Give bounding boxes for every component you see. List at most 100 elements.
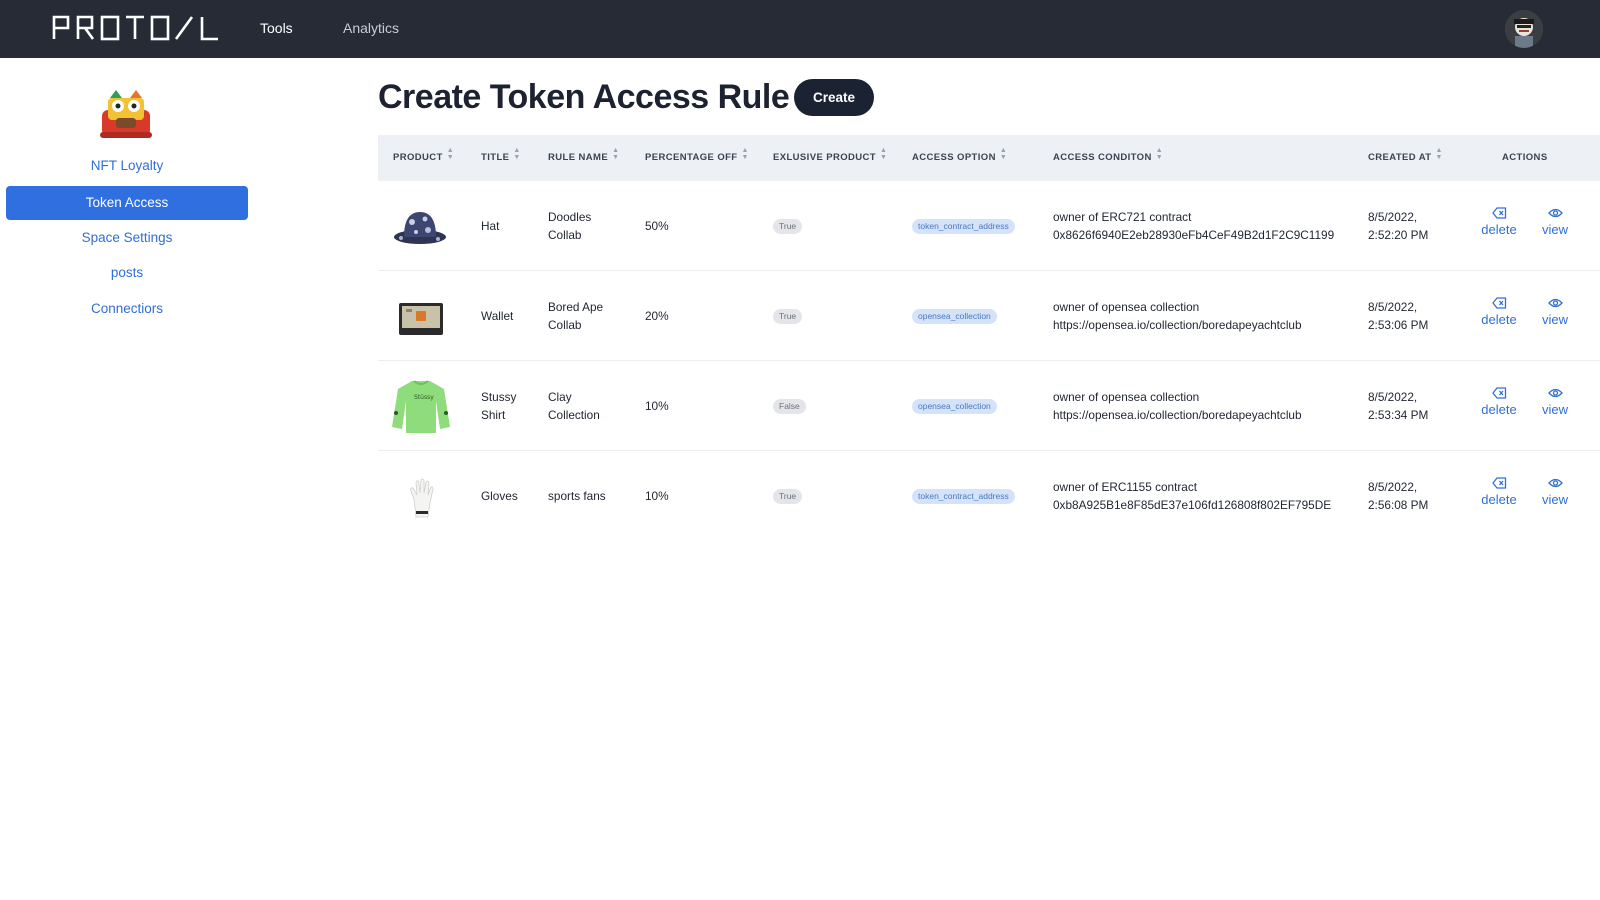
bucket-hat-image (392, 206, 448, 251)
table-header: PRODUCT▲ ▼ TITLE▲ ▼ RULE NAME▲ ▼ PERCENTAGE… (378, 135, 1600, 181)
column-header-product[interactable]: PRODUCT▲ ▼ (393, 135, 454, 181)
percentage-off-cell: 10% (645, 399, 669, 413)
sidebar-item-token-access[interactable]: Token Access (6, 186, 248, 220)
view-button[interactable]: view (1530, 207, 1580, 237)
delete-icon (1491, 207, 1506, 219)
delete-button[interactable]: delete (1474, 387, 1524, 417)
sort-icon: ▲ ▼ (999, 147, 1008, 161)
sort-icon: ▲ ▼ (612, 147, 620, 161)
delete-icon (1491, 387, 1506, 399)
delete-label: delete (1481, 492, 1517, 507)
wallet-image (398, 301, 444, 342)
nav-tools[interactable]: Tools (260, 20, 293, 36)
protoxl-logo[interactable] (52, 14, 222, 42)
title-line-1: Stussy (481, 390, 517, 404)
page-title: Create Token Access Rule (378, 78, 790, 116)
view-button[interactable]: view (1530, 387, 1580, 417)
created-at-date: 8/5/2022, (1368, 480, 1418, 494)
access-condition-line-2: 0x8626f6940E2eb28930eFb4CeF49B2d1F2C9C11… (1053, 228, 1335, 242)
rule-name-cell: sports fans (548, 487, 606, 505)
column-header-rule-name[interactable]: RULE NAME▲ ▼ (548, 135, 619, 181)
column-header-exclusive-product[interactable]: EXLUSIVE PRODUCT ▲ ▼ (773, 135, 887, 181)
sidebar-item-posts[interactable]: posts (6, 256, 248, 290)
sort-icon: ▲ ▼ (741, 147, 749, 161)
view-label: view (1541, 402, 1568, 417)
rule-name-cell: Doodles Collab (548, 208, 591, 244)
table-row: Wallet Bored Ape Collab 20% True opensea_… (378, 271, 1600, 361)
column-header-title[interactable]: TITLE▲ ▼ (481, 135, 521, 181)
table-row: Gloves sports fans 10% True token_contra… (378, 451, 1600, 541)
sidebar-item-nft-loyalty[interactable]: NFT Loyalty (6, 149, 248, 183)
view-label: view (1541, 222, 1568, 237)
sort-icon: ▲ ▼ (513, 147, 521, 161)
delete-icon (1491, 297, 1506, 309)
access-condition-line-1: owner of opensea collection (1053, 300, 1200, 314)
eye-icon (1547, 388, 1563, 398)
view-button[interactable]: view (1530, 297, 1580, 327)
percentage-off-cell: 20% (645, 309, 669, 323)
delete-label: delete (1481, 402, 1517, 417)
column-header-created-at-label: CREATED AT (1368, 152, 1432, 163)
delete-button[interactable]: delete (1474, 297, 1524, 327)
rule-name-line-1: Doodles (548, 210, 592, 224)
sort-icon: ▲ ▼ (446, 147, 455, 161)
delete-label: delete (1481, 222, 1517, 237)
created-at-time: 2:53:06 PM (1368, 318, 1429, 332)
table-row: Hat Doodles Collab 50% True token_contrac… (378, 181, 1600, 271)
created-at-cell: 8/5/2022, 2:56:08 PM (1368, 478, 1428, 514)
access-condition-cell: owner of opensea collection https://opens… (1053, 388, 1302, 424)
title-line-2: Shirt (481, 408, 506, 422)
percentage-off-cell: 10% (645, 489, 669, 503)
eye-icon (1547, 478, 1563, 488)
title-text: Hat (481, 219, 500, 233)
column-header-access-condition[interactable]: ACCESS CONDITON▲ ▼ (1053, 135, 1163, 181)
access-condition-line-1: owner of ERC1155 contract (1053, 480, 1198, 494)
access-option-badge: token_contract_address (912, 219, 1015, 234)
access-option-badge: opensea_collection (912, 309, 997, 324)
exclusive-badge: True (773, 489, 803, 504)
green-shirt-image: Stüssy (392, 377, 450, 440)
column-header-actions: ACTIONS (1502, 152, 1548, 163)
user-avatar[interactable] (1505, 10, 1543, 48)
column-header-exclusive-product-label: EXLUSIVE PRODUCT (773, 152, 876, 163)
exclusive-badge: True (773, 309, 803, 324)
created-at-cell: 8/5/2022, 2:52:20 PM (1368, 208, 1428, 244)
nav-analytics[interactable]: Analytics (343, 20, 399, 36)
eye-icon (1547, 298, 1563, 308)
exclusive-badge: True (773, 219, 803, 234)
sort-icon: ▲ ▼ (1155, 147, 1164, 161)
exclusive-badge: False (773, 399, 806, 414)
access-option-badge: opensea_collection (912, 399, 997, 414)
svg-text:Stüssy: Stüssy (414, 394, 434, 401)
create-button[interactable]: Create (794, 79, 874, 116)
column-header-access-option[interactable]: ACCESS OPTION▲ ▼ (912, 135, 1007, 181)
title-cell: Gloves (481, 487, 518, 505)
view-button[interactable]: view (1530, 477, 1580, 507)
sidebar-item-connectiors[interactable]: Connectiors (6, 292, 248, 326)
sidebar-item-space-settings[interactable]: Space Settings (6, 221, 248, 255)
view-label: view (1541, 492, 1568, 507)
rule-name-line-2: Collection (548, 408, 600, 422)
delete-button[interactable]: delete (1474, 477, 1524, 507)
rule-name-line-1: Clay (548, 390, 572, 404)
delete-button[interactable]: delete (1474, 207, 1524, 237)
rule-name-cell: Clay Collection (548, 388, 600, 424)
column-header-created-at[interactable]: CREATED AT▲ ▼ (1368, 135, 1443, 181)
column-header-percentage-off-label: PERCENTAGE OFF (645, 152, 738, 163)
column-header-product-label: PRODUCT (393, 152, 443, 163)
column-header-percentage-off[interactable]: PERCENTAGE OFF▲ ▼ (645, 135, 749, 181)
title-cell: Hat (481, 217, 499, 235)
title-text: Wallet (481, 309, 514, 323)
column-header-access-option-label: ACCESS OPTION (912, 152, 996, 163)
created-at-time: 2:56:08 PM (1368, 498, 1429, 512)
access-condition-cell: owner of opensea collection https://opens… (1053, 298, 1302, 334)
created-at-time: 2:53:34 PM (1368, 408, 1429, 422)
title-cell: Stussy Shirt (481, 388, 516, 424)
rule-name-line-2: Collab (548, 318, 582, 332)
sidebar: NFT Loyalty Token Access Space Settings … (0, 58, 252, 900)
created-at-cell: 8/5/2022, 2:53:34 PM (1368, 388, 1428, 424)
created-at-date: 8/5/2022, (1368, 390, 1418, 404)
eye-icon (1547, 208, 1563, 218)
access-condition-line-1: owner of ERC721 contract (1053, 210, 1192, 224)
access-condition-cell: owner of ERC1155 contract 0xb8A925B1e8F85… (1053, 478, 1331, 514)
